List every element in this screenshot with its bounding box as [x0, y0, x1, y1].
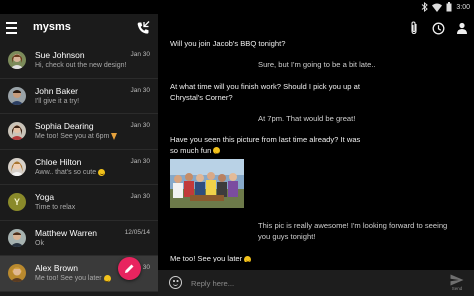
preview-text: Hi, check out the new design! [35, 62, 127, 69]
message-incoming: Me too! See you later [170, 254, 252, 262]
conversation-name: Yoga [35, 192, 55, 202]
conversation-date: 12/05/14 [124, 228, 150, 236]
message-thread[interactable]: Will you join Jacob's BBQ tonight? Sure,… [158, 14, 474, 262]
conversation-view: Will you join Jacob's BBQ tonight? Sure,… [158, 14, 474, 296]
smile-emoji-icon [244, 255, 252, 262]
conversation-item[interactable]: Chloe Hilton Jan 30 Aww.. that's so cute [0, 150, 158, 185]
message-line: At what time will you finish work? Shoul… [170, 82, 360, 91]
preview-text: Aww.. that's so cute [35, 168, 97, 176]
app-title: mysms [33, 21, 71, 33]
avatar [8, 122, 26, 140]
conversation-toolbar [402, 18, 474, 38]
message-incoming: At what time will you finish work? Shoul… [170, 82, 360, 103]
preview-text: Me too! See you later [35, 275, 102, 282]
composer-bar: Send [158, 270, 474, 296]
message-incoming: Will you join Jacob's BBQ tonight? [170, 39, 285, 50]
menu-icon[interactable] [6, 22, 20, 34]
status-time: 3:00 [456, 3, 470, 11]
conversation-name: Alex Brown [35, 263, 78, 273]
conversation-item[interactable]: Matthew Warren 12/05/14 Ok [0, 221, 158, 256]
conversation-preview: Aww.. that's so cute [35, 168, 106, 176]
avatar [8, 157, 26, 176]
bluetooth-icon [422, 2, 429, 12]
avatar [8, 264, 26, 282]
conversation-preview: Me too! See you at 6pm [35, 133, 118, 140]
preview-text: Time to relax [35, 204, 76, 211]
pizza-emoji-icon [111, 133, 118, 140]
message-line: Sure, but I'm going to be a bit late.. [258, 60, 376, 69]
message-line: Me too! See you later [170, 254, 243, 262]
conversation-item[interactable]: Y Yoga Jan 30 Time to relax [0, 185, 158, 221]
sidebar-header: mysms [0, 14, 158, 42]
conversation-preview: Hi, check out the new design! [35, 62, 126, 69]
smile-emoji-icon [213, 147, 221, 155]
message-photo[interactable] [170, 159, 244, 208]
status-icons: 3:00 [421, 1, 470, 13]
call-icon[interactable] [135, 20, 151, 36]
preview-text: Ok [35, 239, 44, 247]
attach-icon[interactable] [402, 18, 426, 38]
send-button[interactable]: Send [448, 274, 466, 292]
message-incoming: Have you seen this picture from last tim… [170, 135, 360, 156]
avatar-initial: Y [8, 193, 26, 211]
clock-icon[interactable] [426, 18, 450, 38]
pencil-icon [125, 264, 134, 273]
message-line-row: Me too! See you later [170, 254, 252, 262]
emoji-picker-icon[interactable] [169, 276, 182, 289]
message-line: This pic is really awesome! I'm looking … [258, 221, 448, 230]
message-line: Have you seen this picture from last tim… [170, 135, 361, 144]
conversation-preview: Time to relax [35, 204, 75, 211]
conversation-item[interactable]: Sue Johnson Jan 30 Hi, check out the new… [0, 43, 158, 79]
message-line: you guys tonight! [258, 231, 316, 241]
conversation-name: Sue Johnson [35, 50, 85, 60]
conversation-name: Sophia Dearing [35, 121, 94, 131]
smile-emoji-icon [98, 168, 106, 176]
conversation-item[interactable]: Sophia Dearing Jan 30 Me too! See you at… [0, 114, 158, 150]
send-icon [450, 274, 464, 286]
conversation-list: Sue Johnson Jan 30 Hi, check out the new… [0, 43, 158, 292]
conversation-date: Jan 30 [130, 86, 150, 94]
message-line: so much fun [170, 145, 212, 155]
contact-icon[interactable] [450, 18, 474, 38]
avatar [8, 86, 26, 105]
conversation-name: John Baker [35, 85, 78, 96]
send-label: Send [451, 286, 463, 291]
conversation-name: Chloe Hilton [35, 156, 82, 167]
smile-emoji-icon [103, 275, 111, 282]
message-line-row: so much fun [170, 146, 360, 157]
conversation-date: Jan 30 [130, 193, 150, 200]
conversation-preview: I'll give it a try! [35, 98, 79, 105]
conversation-sidebar: mysms Sue Johnson Jan 30 Hi, check out t… [0, 14, 158, 296]
message-outgoing: At 7pm. That would be great! [258, 114, 355, 125]
message-line: At 7pm. That would be great! [258, 114, 356, 123]
message-line: Chrystal's Corner? [170, 92, 233, 102]
avatar [8, 228, 26, 247]
message-outgoing: Sure, but I'm going to be a bit late.. [258, 60, 376, 71]
status-bar: 3:00 [0, 0, 474, 14]
avatar [8, 51, 26, 69]
conversation-preview: Ok [35, 240, 44, 247]
wifi-icon [432, 3, 443, 12]
battery-icon [446, 2, 452, 12]
conversation-date: Jan 30 [130, 122, 150, 129]
conversation-date: Jan 30 [130, 51, 150, 58]
conversation-item[interactable]: John Baker Jan 30 I'll give it a try! [0, 79, 158, 114]
message-outgoing: This pic is really awesome! I'm looking … [258, 221, 447, 242]
message-line: Will you join Jacob's BBQ tonight? [170, 39, 286, 48]
conversation-date: Jan 30 [130, 157, 150, 165]
conversation-name: Matthew Warren [35, 227, 98, 238]
reply-input[interactable] [191, 276, 431, 290]
conversation-preview: Me too! See you later [35, 275, 111, 282]
compose-button[interactable] [118, 257, 141, 280]
preview-text: I'll give it a try! [35, 97, 80, 105]
preview-text: Me too! See you at 6pm [35, 133, 110, 140]
